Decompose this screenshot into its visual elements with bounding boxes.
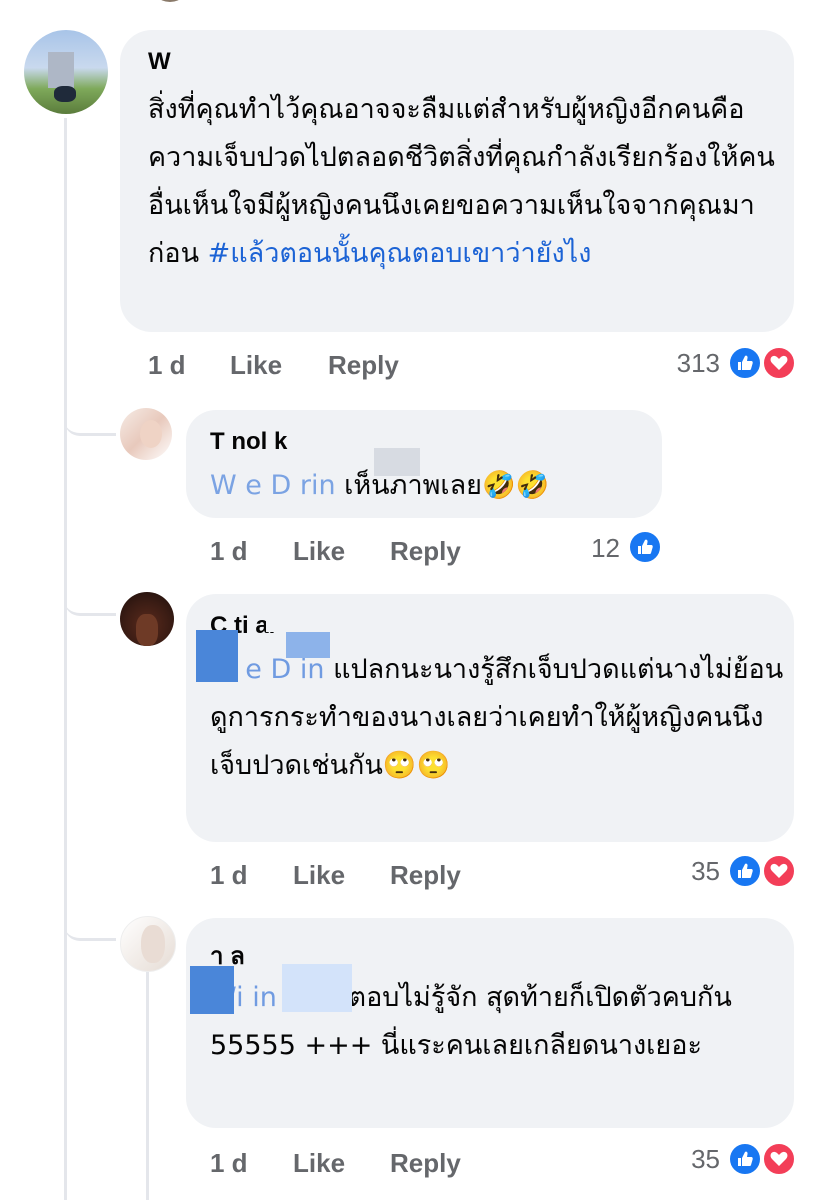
reaction-count[interactable]: 35 [660,1144,720,1175]
avatar-redaction [196,630,238,682]
comment-time[interactable]: 1 d [148,350,186,381]
reply-button[interactable]: Reply [390,1148,461,1179]
name-redaction [176,46,222,74]
avatar[interactable] [120,592,174,646]
thread-line [146,968,149,1200]
comment-bubble: W D สิ่งที่คุณทำไว้คุณอาจจะลืมแต่สำหรับผ… [120,30,794,332]
reply-text: W e D in แปลกนะนางรู้สึกเจ็บปวดแต่นางไม่… [210,646,785,790]
love-reaction-icon [762,1142,796,1176]
love-reaction-icon [762,854,796,888]
avatar[interactable] [24,30,108,114]
mention-link[interactable]: W e D rin [210,470,336,501]
thread-connector [64,400,116,436]
reply-button[interactable]: Reply [328,350,399,381]
avatar-redaction [286,632,330,658]
avatar-redaction [190,966,234,1014]
thread-line [64,118,67,1200]
reply-author[interactable]: T nol k [210,428,287,456]
reply-bubble: C ti al W e D in แปลกนะนางรู้สึกเจ็บปวดแ… [186,594,794,842]
reply-button[interactable]: Reply [390,536,461,567]
thread-connector [64,580,116,616]
reaction-count[interactable]: 12 [560,533,620,564]
reply-time[interactable]: 1 d [210,860,248,891]
like-button[interactable]: Like [293,536,345,567]
reply-bubble: า ล Wi in นางก็ตอบไม่รู้จัก สุดท้ายก็เปิ… [186,918,794,1128]
like-button[interactable]: Like [293,1148,345,1179]
comment-text: สิ่งที่คุณทำไว้คุณอาจจะลืมแต่สำหรับผู้หญ… [148,86,778,278]
avatar-figure [136,614,158,646]
avatar-figure [54,86,76,102]
reply-bubble: T nol k W e D rin เห็นภาพเลย🤣🤣 [186,410,662,518]
like-button[interactable]: Like [230,350,282,381]
reply-button[interactable]: Reply [390,860,461,891]
hashtag-link[interactable]: #แล้วตอนนั้นคุณตอบเขาว่ายังไง [208,238,592,269]
reaction-count[interactable]: 35 [660,856,720,887]
name-redaction [374,448,420,476]
like-reaction-icon [728,854,762,888]
thread-connector [64,905,116,941]
avatar-partial [150,0,190,2]
avatar[interactable] [120,916,176,972]
reply-time[interactable]: 1 d [210,1148,248,1179]
like-reaction-icon [628,530,662,564]
avatar-face [140,420,162,448]
like-reaction-icon [728,346,762,380]
avatar-redaction [282,964,352,1012]
like-button[interactable]: Like [293,860,345,891]
reply-time[interactable]: 1 d [210,536,248,567]
reaction-count[interactable]: 313 [650,348,720,379]
reply-text: W e D rin เห็นภาพเลย🤣🤣 [210,462,650,510]
avatar[interactable] [120,408,172,460]
avatar-blur [48,52,74,88]
name-redaction [266,598,526,632]
avatar-face [141,925,165,963]
love-reaction-icon [762,346,796,380]
like-reaction-icon [728,1142,762,1176]
